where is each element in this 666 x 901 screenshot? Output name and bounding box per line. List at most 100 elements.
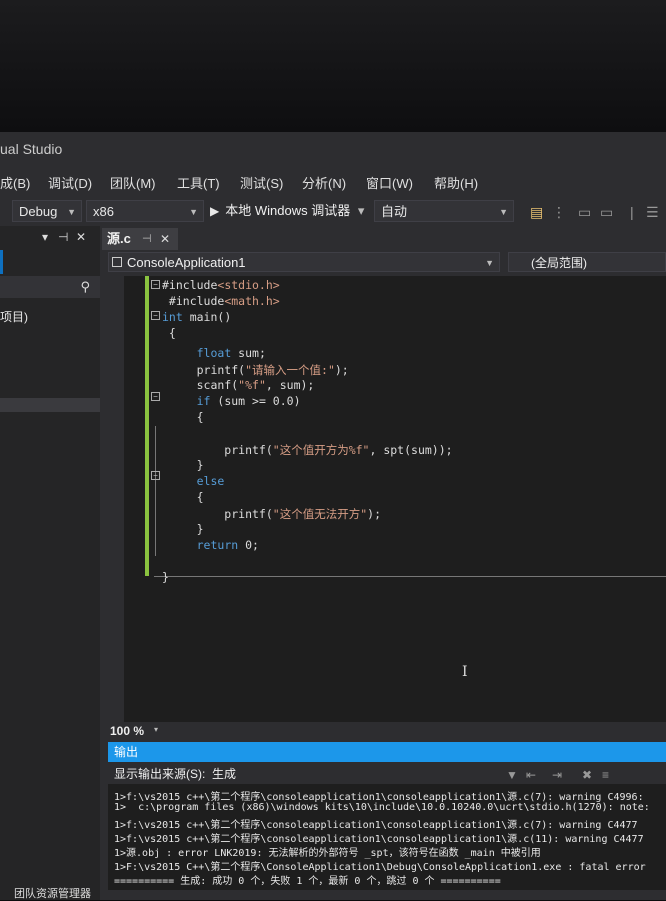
dropdown-arrow-icon[interactable]: ▾ (42, 230, 48, 244)
code-token: printf( (162, 507, 273, 521)
close-icon[interactable]: ✕ (160, 228, 170, 250)
code-token: else (196, 474, 225, 488)
collapse-icon[interactable]: − (151, 392, 160, 401)
code-token: main() (182, 310, 232, 324)
start-debugging-button[interactable]: ▶ 本地 Windows 调试器 ▾ (210, 200, 364, 222)
output-line: 1>F:\vs2015 C++\第二个程序\ConsoleApplication… (114, 862, 646, 873)
output-source-label: 显示输出来源(S): (114, 767, 206, 781)
output-source-dropdown[interactable]: 生成 (212, 764, 236, 784)
output-line: 1> c:\program files (x86)\windows kits\1… (114, 802, 650, 813)
solution-search-box[interactable]: ⚲ (0, 276, 100, 298)
code-token: } (162, 570, 169, 584)
menu-tools[interactable]: 工具(T) (177, 173, 220, 192)
code-line[interactable]: } (162, 570, 169, 584)
clear-all-icon[interactable]: ✖ (582, 765, 592, 785)
code-line[interactable]: printf("这个值无法开方"); (162, 506, 381, 522)
code-line[interactable]: int main() (162, 310, 231, 324)
code-line[interactable]: { (162, 490, 204, 504)
code-line[interactable]: printf("这个值开方为%f", spt(sum)); (162, 442, 452, 458)
zoom-dropdown-arrow[interactable]: ▾ (154, 725, 158, 734)
scope-dropdown[interactable]: (全局范围) (508, 252, 666, 272)
code-line[interactable]: scanf("%f", sum); (162, 378, 315, 392)
menu-analyze[interactable]: 分析(N) (302, 173, 346, 192)
debug-mode-value: 自动 (381, 204, 408, 219)
code-token: 0; (238, 538, 259, 552)
output-line: 1>f:\vs2015 c++\第二个程序\consoleapplication… (114, 820, 638, 831)
output-title: 输出 (114, 745, 139, 759)
monitor-bezel (0, 0, 666, 132)
menu-team[interactable]: 团队(M) (110, 173, 156, 192)
code-line[interactable]: #include<math.h> (162, 294, 280, 308)
code-line[interactable]: } (162, 522, 204, 536)
collapse-icon[interactable]: − (151, 471, 160, 480)
code-line[interactable]: #include<stdio.h> (162, 278, 280, 292)
word-wrap-icon[interactable]: ≡ (602, 765, 609, 785)
uncomment-icon[interactable]: ▭ (600, 204, 613, 221)
bookmark-icon[interactable]: ▤ (530, 204, 543, 221)
zoom-bar: 100 % ▾ (108, 722, 666, 740)
fold-guide (155, 426, 156, 556)
code-token: { (162, 326, 176, 340)
output-toolbar: 显示输出来源(S): 生成 ▼ ⇤ ⇥ ✖ ≡ (108, 764, 666, 784)
code-token: { (162, 490, 204, 504)
code-token: if (196, 394, 211, 408)
collapse-icon[interactable]: − (151, 311, 160, 320)
code-line[interactable]: return 0; (162, 538, 259, 552)
comment-icon[interactable]: ▭ (578, 204, 591, 221)
chevron-down-icon[interactable]: ▼ (506, 765, 518, 785)
tab-source-file[interactable]: 源.c ⊣ ✕ (102, 228, 178, 250)
solution-explorer-panel: ▾ ⊣ ✕ ⚲ 项目) (0, 226, 100, 900)
collapse-icon[interactable]: − (151, 280, 160, 289)
solution-config-value: Debug (19, 204, 58, 219)
output-line: 1>源.obj : error LNK2019: 无法解析的外部符号 _spt，… (114, 848, 541, 859)
menu-window[interactable]: 窗口(W) (366, 173, 413, 192)
output-line: ========== 生成: 成功 0 个，失败 1 个，最新 0 个，跳过 0… (114, 876, 501, 887)
solution-item[interactable]: 项目) (0, 308, 28, 325)
project-dropdown[interactable]: ConsoleApplication1 ▼ (108, 252, 500, 272)
code-line[interactable]: } (162, 458, 204, 472)
team-explorer-tab[interactable]: 团队资源管理器 (14, 885, 91, 901)
chevron-down-icon: ▼ (189, 207, 198, 217)
output-text-area[interactable]: 1>f:\vs2015 c++\第二个程序\consoleapplication… (108, 784, 666, 890)
selected-row[interactable] (0, 398, 100, 412)
search-icon[interactable]: ⚲ (80, 279, 90, 295)
format-icon[interactable]: ☰ (646, 204, 659, 221)
code-token: "这个值开方为%f" (272, 443, 370, 457)
close-icon[interactable]: ✕ (76, 230, 86, 244)
output-line: 1>f:\vs2015 c++\第二个程序\consoleapplication… (114, 834, 644, 845)
zoom-level[interactable]: 100 % (110, 724, 144, 738)
debug-mode-dropdown[interactable]: 自动 ▼ (374, 200, 514, 222)
solution-config-dropdown[interactable]: Debug ▼ (12, 200, 82, 222)
code-editor[interactable]: − − − − #include<stdio.h> #include<math.… (124, 276, 666, 722)
tab-label: 源.c (107, 231, 131, 246)
code-token: #include (162, 278, 218, 292)
start-debugging-label: 本地 Windows 调试器 (225, 203, 351, 218)
code-line[interactable]: if (sum >= 0.0) (162, 394, 301, 408)
play-icon: ▶ (210, 204, 220, 218)
pin-icon[interactable]: ⊣ (142, 228, 152, 250)
code-token: printf( (162, 363, 246, 377)
code-line[interactable]: { (162, 326, 176, 340)
toolbar-options-icon[interactable]: ⋮ (552, 204, 566, 221)
code-line[interactable]: { (162, 410, 204, 424)
document-tab-strip: 源.c ⊣ ✕ (100, 226, 666, 250)
menu-help[interactable]: 帮助(H) (434, 173, 478, 192)
code-line[interactable]: else (162, 474, 225, 488)
menu-bar: 成(B) 调试(D) 团队(M) 工具(T) 测试(S) 分析(N) 窗口(W)… (0, 170, 666, 194)
platform-dropdown[interactable]: x86 ▼ (86, 200, 204, 222)
code-line[interactable]: float sum; (162, 346, 266, 360)
scope-value: (全局范围) (531, 256, 587, 270)
next-message-icon[interactable]: ⇥ (552, 765, 562, 785)
code-token: float (196, 346, 232, 360)
menu-build[interactable]: 成(B) (0, 173, 30, 192)
run-dropdown-arrow[interactable]: ▾ (358, 203, 365, 218)
pin-icon[interactable]: ⊣ (58, 230, 68, 244)
menu-test[interactable]: 测试(S) (240, 173, 283, 192)
platform-value: x86 (93, 204, 114, 219)
code-line[interactable]: printf("请输入一个值:"); (162, 362, 349, 378)
menu-debug[interactable]: 调试(D) (48, 173, 92, 192)
code-token: <math.h> (224, 294, 280, 308)
find-message-icon[interactable]: ⇤ (526, 765, 536, 785)
